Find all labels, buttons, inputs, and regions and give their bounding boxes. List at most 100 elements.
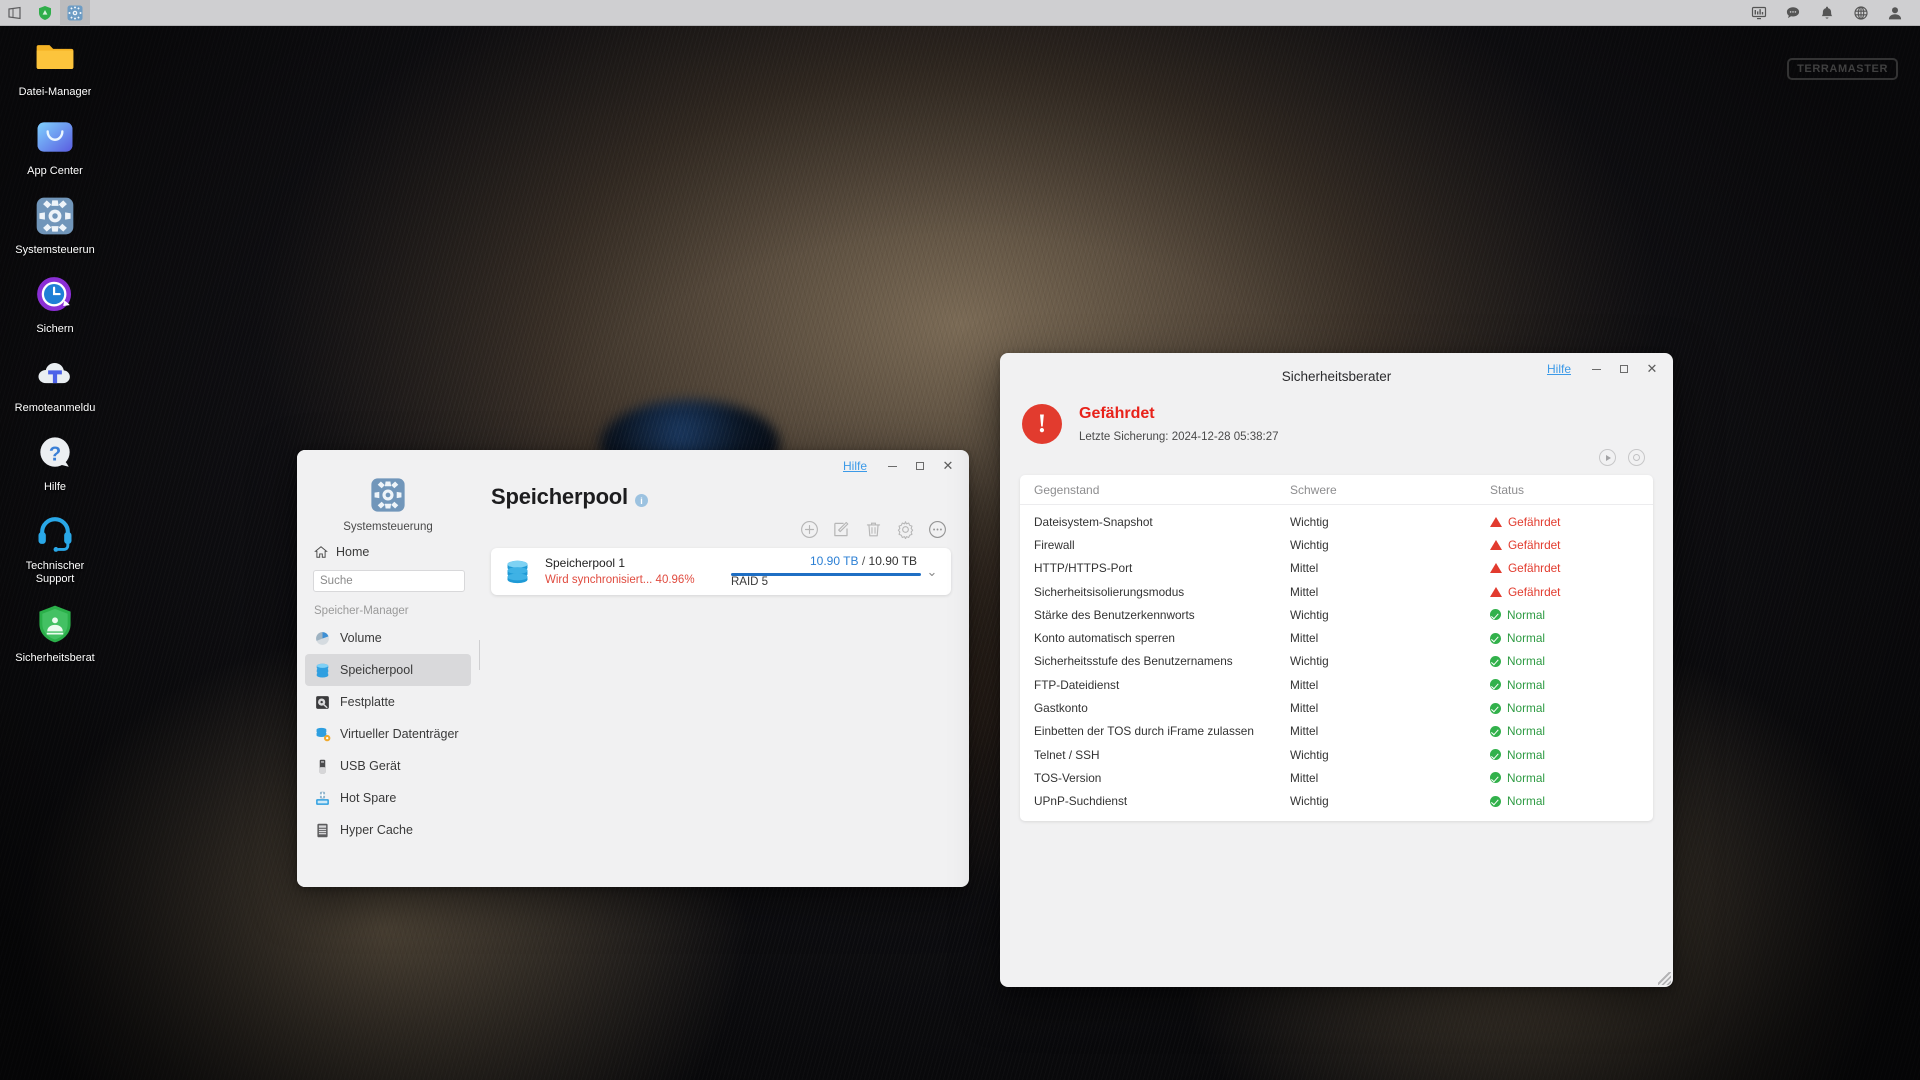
ellipsis-circle-icon[interactable] <box>928 520 947 539</box>
desktop-icon-column: Datei-Manager App Center Systemsteuerun <box>0 26 110 671</box>
sidebar-item-festplatte[interactable]: Festplatte <box>305 686 471 718</box>
table-row[interactable]: Stärke des Benutzerkennworts Wichtig Norma… <box>1020 603 1653 626</box>
sidebar-item-hot-spare[interactable]: Hot Spare <box>305 782 471 814</box>
desktop-icon-tech-support[interactable]: Technischer Support <box>0 500 110 592</box>
record-circle-icon[interactable] <box>1628 449 1645 466</box>
desktop-icon-security-advisor[interactable]: Sicherheitsberat <box>0 592 110 671</box>
desktop-icon-app-center[interactable]: App Center <box>0 105 110 184</box>
search-input[interactable] <box>320 575 474 587</box>
sidebar-group-label: Speicher-Manager <box>314 605 409 617</box>
security-advisor-window[interactable]: Hilfe ✕ Sicherheitsberater ! Gefährdet L… <box>1000 353 1673 987</box>
desktop-icon-help[interactable]: ? Hilfe <box>0 421 110 500</box>
cell-status: Normal <box>1490 631 1653 645</box>
table-body: Dateisystem-Snapshot Wichtig Gefährdet Fire… <box>1020 510 1653 813</box>
cell-item: Konto automatisch sperren <box>1034 631 1175 646</box>
column-header-item: Gegenstand <box>1034 482 1100 497</box>
language-globe-icon[interactable] <box>1844 0 1878 26</box>
control-panel-taskbar-icon[interactable] <box>60 0 90 26</box>
shopping-bag-icon <box>37 122 73 152</box>
trash-icon[interactable] <box>864 520 883 539</box>
sidebar-item-speicherpool[interactable]: Speicherpool <box>305 654 471 686</box>
table-row[interactable]: Dateisystem-Snapshot Wichtig Gefährdet <box>1020 510 1653 533</box>
status-label: Normal <box>1507 770 1546 785</box>
table-row[interactable]: UPnP-Suchdienst Wichtig Normal <box>1020 790 1653 813</box>
cell-item: Telnet / SSH <box>1034 747 1100 762</box>
table-row[interactable]: HTTP/HTTPS-Port Mittel Gefährdet <box>1020 557 1653 580</box>
help-link[interactable]: Hilfe <box>1547 362 1571 376</box>
check-circle-icon <box>1490 795 1501 807</box>
gear-icon <box>371 478 405 512</box>
play-circle-icon[interactable] <box>1599 449 1616 466</box>
security-advisor-taskbar-icon[interactable] <box>30 0 60 26</box>
info-icon[interactable]: i <box>634 494 648 507</box>
sidebar-item-usb-geraet[interactable]: USB Gerät <box>305 750 471 782</box>
user-account-icon[interactable] <box>1878 0 1912 26</box>
storage-pool-window[interactable]: Hilfe ✕ Systemsteuerung Home Suche Speic… <box>297 450 969 887</box>
minimize-button[interactable] <box>1583 359 1609 379</box>
svg-text:?: ? <box>49 443 61 465</box>
show-desktop-glyph <box>8 6 21 19</box>
table-row[interactable]: TOS-Version Mittel Normal <box>1020 766 1653 789</box>
desktop-icon-backup[interactable]: Sichern <box>0 263 110 342</box>
virtual-disk-icon <box>316 727 331 741</box>
chat-icon[interactable] <box>1776 0 1810 26</box>
chevron-down-icon[interactable]: ⌄ <box>921 564 943 580</box>
search-input-wrap[interactable] <box>313 570 474 592</box>
usb-device-icon <box>319 759 326 773</box>
maximize-button[interactable] <box>907 456 933 476</box>
cloud-t-icon <box>38 363 70 384</box>
close-button[interactable]: ✕ <box>1639 359 1665 379</box>
storage-pool-row[interactable]: Speicherpool 1 Wird synchronisiert... 40… <box>491 548 951 595</box>
table-row[interactable]: Firewall Wichtig Gefährdet <box>1020 533 1653 556</box>
cell-status: Normal <box>1490 748 1653 762</box>
sidebar-item-label: Festplatte <box>340 695 395 709</box>
table-row[interactable]: Sicherheitsisolierungsmodus Mittel Gefährd… <box>1020 580 1653 603</box>
warning-triangle-icon <box>1490 539 1502 550</box>
help-link[interactable]: Hilfe <box>843 459 867 473</box>
desktop-icon-file-manager[interactable]: Datei-Manager <box>0 26 110 105</box>
status-label: Normal <box>1507 747 1546 762</box>
table-row[interactable]: Sicherheitsstufe des Benutzernamens Wicht… <box>1020 650 1653 673</box>
show-desktop-icon[interactable] <box>0 0 30 26</box>
status-badge: Gefährdet <box>1079 405 1155 422</box>
sidebar-item-hyper-cache[interactable]: Hyper Cache <box>305 814 471 846</box>
warning-triangle-icon <box>1490 563 1502 574</box>
notification-bell-icon[interactable] <box>1810 0 1844 26</box>
status-label: Normal <box>1507 794 1546 809</box>
sidebar-item-volume[interactable]: Volume <box>305 622 471 654</box>
check-circle-icon <box>1490 725 1501 737</box>
edit-square-icon[interactable] <box>832 520 851 539</box>
pool-total: 10.90 TB <box>868 553 917 568</box>
cell-severity: Wichtig <box>1290 537 1329 552</box>
cell-severity: Mittel <box>1290 631 1319 646</box>
plus-circle-icon[interactable] <box>800 520 819 539</box>
storage-app-header: Systemsteuerung <box>297 464 479 539</box>
cell-severity: Mittel <box>1290 770 1319 785</box>
minimize-button[interactable] <box>879 456 905 476</box>
page-title: Speicherpool <box>491 484 628 509</box>
taskbar-right-group <box>1742 0 1920 25</box>
close-button[interactable]: ✕ <box>935 456 961 476</box>
sidebar-item-home[interactable]: Home <box>297 539 479 565</box>
window-resize-handle[interactable] <box>1658 972 1671 985</box>
desktop-icon-remote-login[interactable]: Remoteanmeldu <box>0 342 110 421</box>
maximize-button[interactable] <box>1611 359 1637 379</box>
gear-icon[interactable] <box>896 520 915 539</box>
cell-item: Stärke des Benutzerkennworts <box>1034 607 1195 622</box>
terramaster-logo: TERRAMASTER <box>1787 58 1898 80</box>
storage-main-panel: Speicherpool i Speicherpool 1 Wird synch… <box>479 450 969 887</box>
desktop-icon-control-panel[interactable]: Systemsteuerun <box>0 184 110 263</box>
cell-severity: Mittel <box>1290 561 1319 576</box>
sidebar-home-label: Home <box>336 545 370 559</box>
table-row[interactable]: Einbetten der TOS durch iFrame zulassen M… <box>1020 720 1653 743</box>
table-row[interactable]: Konto automatisch sperren Mittel Normal <box>1020 626 1653 649</box>
status-label: Normal <box>1507 654 1546 669</box>
cell-status: Normal <box>1490 701 1653 715</box>
resource-monitor-icon[interactable] <box>1742 0 1776 26</box>
table-row[interactable]: Telnet / SSH Wichtig Normal <box>1020 743 1653 766</box>
security-checks-table: Gegenstand Schwere Status Dateisystem-Sn… <box>1020 475 1653 821</box>
table-row[interactable]: FTP-Dateidienst Mittel Normal <box>1020 673 1653 696</box>
cell-status: Normal <box>1490 608 1653 622</box>
table-row[interactable]: Gastkonto Mittel Normal <box>1020 696 1653 719</box>
sidebar-item-virtueller-datentraeger[interactable]: Virtueller Datenträger <box>305 718 471 750</box>
